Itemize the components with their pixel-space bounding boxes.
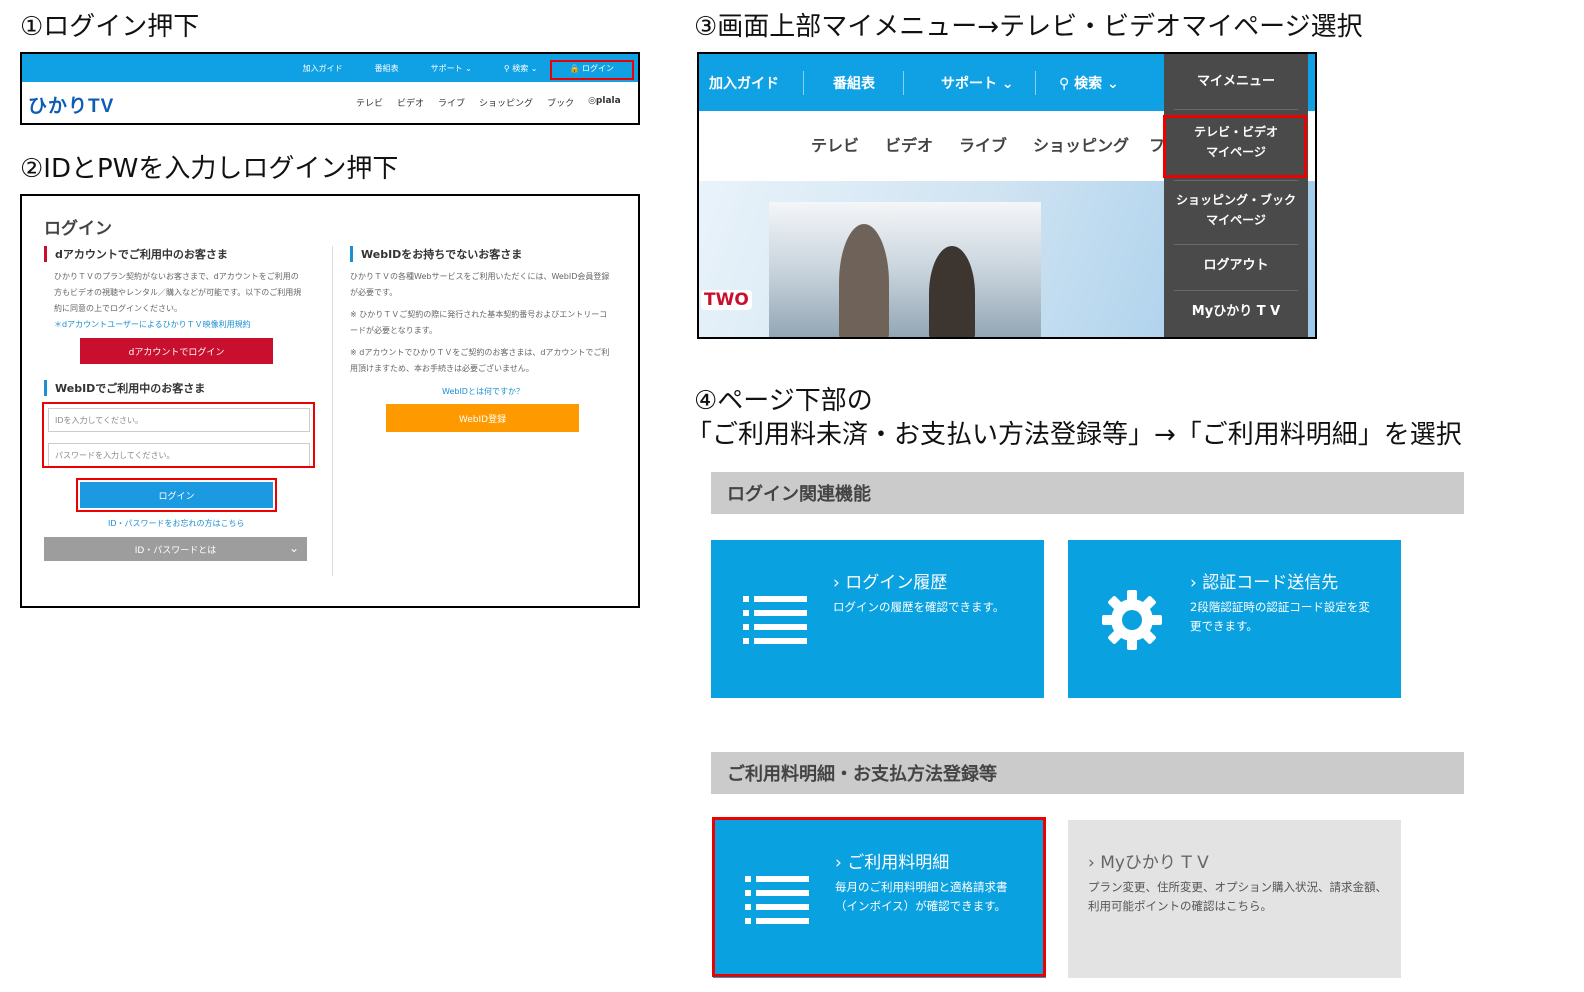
gear-icon <box>1102 590 1162 650</box>
cat-video[interactable]: ビデオ <box>397 96 424 109</box>
my-hikari-tv-title: › Myひかり T V <box>1088 853 1209 873</box>
category-nav: テレビ ビデオ ライブ ショッピング ブック ◎plala <box>356 96 621 109</box>
nav-support-link[interactable]: サポート ⌄ <box>415 63 488 74</box>
hero-photo <box>769 202 1041 337</box>
billing-details-highlight <box>712 817 1046 977</box>
list-icon <box>743 596 807 644</box>
step2-title: ②IDとPWを入力しログイン押下 <box>20 154 399 184</box>
menu-logout[interactable]: ログアウト <box>1174 256 1298 276</box>
login-features-section-header: ログイン関連機能 <box>711 472 1464 514</box>
menu-divider <box>1174 290 1298 291</box>
my-menu-header[interactable]: マイメニュー <box>1174 72 1298 92</box>
my-menu-dropdown: マイメニュー テレビ・ビデオ マイページ ショッピング・ブック マイページ ログ… <box>1164 54 1308 337</box>
fuji-tv-two-logo: TWO <box>701 290 752 310</box>
auth-code-desc: 2段階認証時の認証コード設定を変更できます。 <box>1190 600 1370 633</box>
nav-search-link[interactable]: ⚲ 検索 ⌄ <box>1059 54 1119 111</box>
menu-my-hikari-tv[interactable]: Myひかり T V <box>1174 302 1298 322</box>
login-highlight <box>550 60 634 80</box>
no-webid-text2: ※ ひかりＴＶご契約の際に発行された基本契約番号およびエントリーコードが必要とな… <box>350 310 608 335</box>
webid-register-button[interactable]: WebID登録 <box>386 404 579 432</box>
menu-divider <box>1174 109 1298 110</box>
nav-support-link[interactable]: サポート ⌄ <box>941 54 1014 111</box>
credentials-highlight <box>42 402 315 468</box>
step3-title: ③画面上部マイメニュー→テレビ・ビデオマイページ選択 <box>694 12 1363 42</box>
login-page-title: ログイン <box>44 219 112 239</box>
cat-shopping[interactable]: ショッピング <box>1033 132 1129 156</box>
cat-live[interactable]: ライブ <box>959 132 1007 156</box>
cat-book[interactable]: ブック <box>547 96 574 109</box>
nav-separator <box>1035 71 1036 95</box>
what-is-webid-link[interactable]: WebIDとは何ですか？ <box>442 386 524 397</box>
cat-video[interactable]: ビデオ <box>885 132 933 156</box>
about-id-password-label: ID・パスワードとは <box>134 545 217 556</box>
step4-title-line2: 「ご利用料未済・お支払い方法登録等」→「ご利用料明細」を選択 <box>686 420 1462 450</box>
nav-separator <box>903 71 904 95</box>
cat-tv[interactable]: テレビ <box>811 132 859 156</box>
cat-live[interactable]: ライブ <box>438 96 465 109</box>
login-history-tile[interactable]: › ログイン履歴 ログインの履歴を確認できます。 <box>711 540 1044 698</box>
nav-guide-link[interactable]: 加入ガイド <box>709 54 779 111</box>
no-webid-text3: ※ dアカウントでひかりＴＶをご契約のお客さまは、dアカウントでご利用頂けますた… <box>350 348 610 373</box>
column-divider <box>332 246 333 576</box>
nav-schedule-link[interactable]: 番組表 <box>833 54 875 111</box>
login-history-desc: ログインの履歴を確認できます。 <box>833 600 1005 614</box>
step4-title-line1: ④ページ下部の <box>694 386 873 416</box>
plala-logo[interactable]: ◎plala <box>588 96 621 109</box>
nav-separator <box>803 71 804 95</box>
no-webid-text1: ひかりＴＶの各種Webサービスをご利用いただくには、WebID会員登録が必要です… <box>350 272 610 297</box>
login-button-highlight <box>76 478 277 512</box>
nav-schedule-link[interactable]: 番組表 <box>359 63 415 74</box>
d-terms-link[interactable]: ＊dアカウントユーザーによるひかりＴＶ映像利用規約 <box>54 319 251 330</box>
menu-divider <box>1174 180 1298 181</box>
hikari-tv-logo[interactable]: ひかりTV <box>28 91 114 118</box>
chevron-down-icon: ⌄ <box>288 541 299 555</box>
menu-shopping-line1[interactable]: ショッピング・ブック <box>1174 190 1298 210</box>
nav-search-link[interactable]: ⚲ 検索 ⌄ <box>488 63 554 74</box>
about-id-password-accordion[interactable]: ID・パスワードとは ⌄ <box>44 537 307 561</box>
nav-guide-link[interactable]: 加入ガイド <box>287 63 359 74</box>
panel3-mymenu-screenshot: 加入ガイド 番組表 サポート ⌄ ⚲ 検索 ⌄ テレビ ビデオ ライブ ショッピ… <box>697 52 1317 339</box>
panel1-header-screenshot: 加入ガイド 番組表 サポート ⌄ ⚲ 検索 ⌄ 🔒 ログイン ひかりTV テレビ… <box>20 52 640 125</box>
my-hikari-tv-desc: プラン変更、住所変更、オプション購入状況、請求金額、利用可能ポイントの確認はこち… <box>1088 880 1387 913</box>
cat-tv[interactable]: テレビ <box>356 96 383 109</box>
person-figure <box>839 224 889 337</box>
d-account-heading: dアカウントでご利用中のお客さま <box>44 246 228 262</box>
billing-section-header: ご利用料明細・お支払方法登録等 <box>711 752 1464 794</box>
no-webid-heading: WebIDをお持ちでないお客さま <box>350 246 522 262</box>
webid-heading: WebIDでご利用中のお客さま <box>44 380 205 396</box>
person-figure <box>929 246 975 337</box>
tv-video-mypage-highlight <box>1163 115 1307 178</box>
menu-divider <box>1174 244 1298 245</box>
login-history-title: › ログイン履歴 <box>833 573 948 593</box>
panel2-login-screenshot: ログイン dアカウントでご利用中のお客さま ひかりＴＶのプラン契約がないお客さま… <box>20 194 640 608</box>
auth-code-destination-tile[interactable]: › 認証コード送信先 2段階認証時の認証コード設定を変更できます。 <box>1068 540 1401 698</box>
menu-shopping-line2[interactable]: マイページ <box>1174 210 1298 230</box>
d-account-login-button[interactable]: dアカウントでログイン <box>80 338 273 364</box>
cat-shopping[interactable]: ショッピング <box>479 96 533 109</box>
auth-code-title: › 認証コード送信先 <box>1190 573 1339 593</box>
d-account-text: ひかりＴＶのプラン契約がないお客さまで、dアカウントをご利用の方もビデオの視聴や… <box>54 272 302 313</box>
step1-title: ①ログイン押下 <box>20 12 200 42</box>
my-hikari-tv-tile[interactable]: › Myひかり T V プラン変更、住所変更、オプション購入状況、請求金額、利用… <box>1068 820 1401 978</box>
forgot-password-link[interactable]: ID・パスワードをお忘れの方はこちら <box>108 518 245 529</box>
